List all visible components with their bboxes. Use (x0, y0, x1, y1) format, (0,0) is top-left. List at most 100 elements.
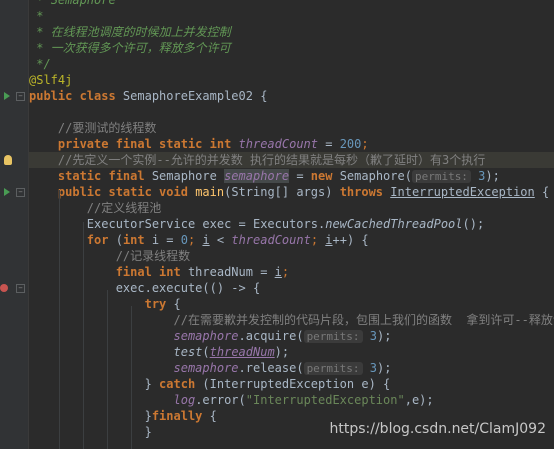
code-line[interactable]: static final Semaphore semaphore = new S… (29, 168, 554, 184)
code-line[interactable]: //要测试的线程数 (29, 120, 554, 136)
code-line[interactable] (29, 104, 554, 120)
code-token: catch (159, 377, 203, 391)
parameter-hint: permits: (411, 170, 471, 183)
code-token: ); (377, 329, 392, 343)
code-token: { (173, 297, 181, 311)
code-line[interactable]: ExecutorService exec = Executors.newCach… (29, 216, 554, 232)
code-token: ); (377, 361, 392, 375)
breakpoint-icon[interactable] (0, 284, 8, 292)
code-line[interactable]: public static void main(String[] args) t… (29, 184, 554, 200)
code-line[interactable]: //先定义一个实例--允许的并发数 执行的结果就是每秒（歉了延时）有3个执行 (29, 152, 554, 168)
code-line[interactable]: * Semaphore (29, 0, 554, 8)
code-token: //记录线程数 (115, 249, 191, 263)
code-token: InterruptedException (390, 185, 535, 199)
code-token: newCachedThreadPool (325, 217, 463, 231)
code-token: * (29, 0, 51, 7)
fold-icon[interactable]: − (16, 92, 25, 101)
code-token: ( (202, 345, 210, 359)
code-line[interactable]: * 一次获得多个许可，释放多个许可 (29, 40, 554, 56)
code-token: i (202, 233, 210, 247)
code-token: * 在线程池调度的时候加上并发控制 (29, 25, 231, 39)
code-line[interactable]: public class SemaphoreExample02 { (29, 88, 554, 104)
run-icon[interactable] (4, 92, 10, 100)
code-line[interactable]: @Slf4j (29, 72, 554, 88)
code-token: ; (187, 233, 203, 247)
code-token: ,e); (404, 393, 434, 407)
fold-icon[interactable]: − (16, 188, 25, 197)
code-token: (String[] args) (224, 185, 340, 199)
code-token: 0 (180, 233, 188, 247)
code-token: Semaphore (50, 0, 116, 7)
code-token: semaphore (224, 169, 290, 183)
code-token: "InterruptedException" (245, 393, 405, 407)
code-token: Semaphore( (339, 169, 412, 183)
code-token: throws (339, 185, 391, 199)
code-line[interactable]: * (29, 8, 554, 24)
code-token: ; (310, 233, 326, 247)
code-token: < (209, 233, 232, 247)
code-token: ); (485, 169, 500, 183)
code-token: ( (115, 233, 123, 247)
code-token: (); (462, 217, 485, 231)
code-token: try (144, 297, 174, 311)
code-token: log (173, 393, 196, 407)
code-token: //要测试的线程数 (57, 121, 157, 135)
code-token: = (289, 169, 311, 183)
code-token: exec.execute(() -> { (29, 281, 261, 295)
code-token: public static void (57, 185, 196, 199)
code-token: */ (29, 57, 51, 71)
indent-guide (59, 190, 60, 449)
code-line[interactable]: //定义线程池 (29, 200, 554, 216)
code-line[interactable]: for (int i = 0; i < threadCount; i++) { (29, 232, 554, 248)
code-token: //在需要歉并发控制的代码片段，包围上我们的函数 拿到许可--释放许可 (173, 313, 554, 327)
code-line[interactable]: final int threadNum = i; (29, 264, 554, 280)
code-token: } (29, 377, 160, 391)
code-token: * 一次获得多个许可，释放多个许可 (29, 41, 231, 55)
code-token: ++) { (332, 233, 369, 247)
code-editor[interactable]: * Semaphore * * 在线程池调度的时候加上并发控制 * 一次获得多个… (29, 0, 554, 449)
code-token: finally (151, 409, 210, 423)
code-token: ; (361, 137, 369, 151)
code-token: //先定义一个实例--允许的并发数 执行的结果就是每秒（歉了延时）有3个执行 (57, 153, 486, 167)
code-token: main (195, 185, 225, 199)
code-token: semaphore (173, 361, 239, 375)
run-icon[interactable] (4, 188, 10, 196)
code-line[interactable]: private final static int threadCount = 2… (29, 136, 554, 152)
code-token: = (318, 137, 340, 151)
code-token: .release( (238, 361, 304, 375)
code-token: Semaphore (151, 169, 225, 183)
indent-guide (131, 306, 132, 449)
code-token: test (173, 345, 203, 359)
code-token: for (86, 233, 116, 247)
code-token: static final (57, 169, 152, 183)
code-token: .error( (195, 393, 246, 407)
code-token: i (325, 233, 333, 247)
fold-icon[interactable]: − (16, 284, 25, 293)
code-line[interactable]: */ (29, 56, 554, 72)
lightbulb-icon[interactable] (4, 155, 12, 165)
code-token: threadNum (209, 345, 275, 359)
code-line[interactable]: * 在线程池调度的时候加上并发控制 (29, 24, 554, 40)
code-token: SemaphoreExample02 { (122, 89, 268, 103)
watermark-text: https://blog.csdn.net/ClamJ092 (329, 421, 547, 437)
code-token: ); (274, 345, 290, 359)
code-token: ; (281, 265, 290, 279)
code-token: } (29, 425, 152, 439)
indent-guide (107, 290, 108, 449)
code-token: final int (115, 265, 188, 279)
code-token: { (209, 409, 217, 423)
code-token: threadCount (238, 137, 319, 151)
code-line[interactable]: //记录线程数 (29, 248, 554, 264)
